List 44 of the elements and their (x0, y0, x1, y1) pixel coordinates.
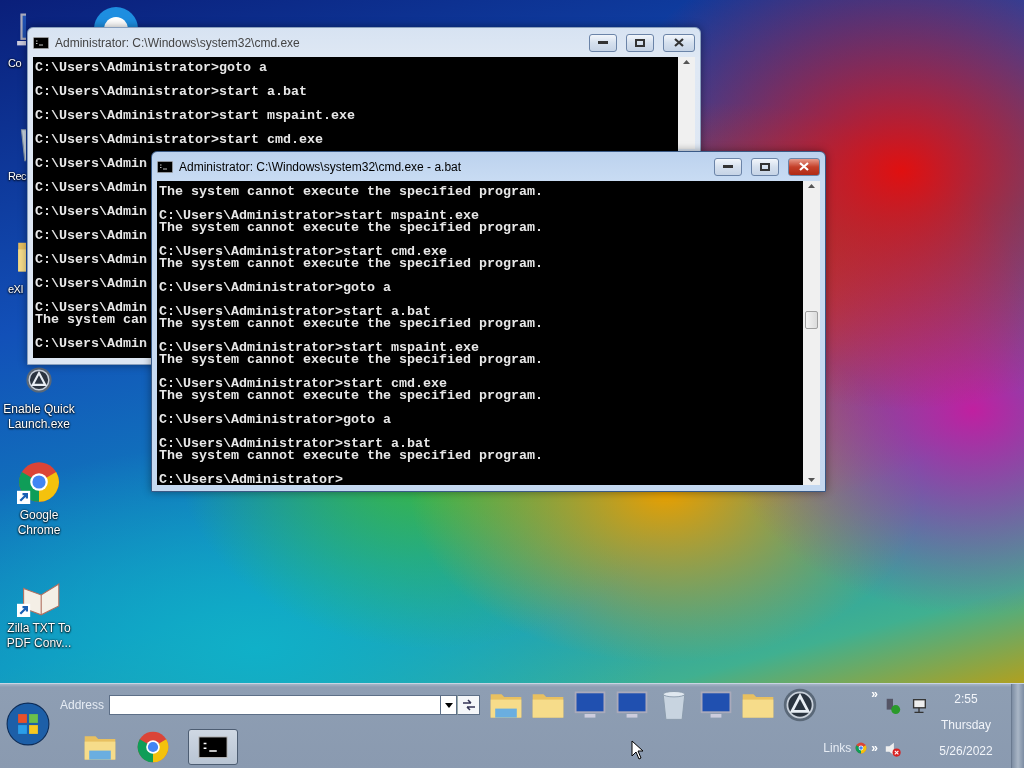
desktop-icon-label[interactable]: Rec (8, 169, 27, 184)
clock-date[interactable]: 5/26/2022 (939, 744, 993, 758)
console-line: C:\Users\Admin (35, 302, 147, 314)
console-line: C:\Users\Administrator>start cmd.exe (159, 378, 447, 390)
clock-day[interactable]: Thursday (941, 718, 991, 732)
console-line: C:\Users\Admin (35, 158, 147, 170)
console-line: C:\Users\Admin (35, 254, 147, 266)
chevron[interactable]: » (871, 742, 878, 754)
address-label: Address (60, 698, 105, 712)
desktop-icon-label[interactable]: Enable Quick Launch.exe (1, 402, 77, 432)
console-line: C:\Users\Admin (35, 182, 147, 194)
console-line: The system cannot execute the specified program. (159, 390, 543, 402)
desktop-icon-label[interactable]: Google Chrome (1, 508, 77, 538)
console-line: C:\Users\Administrator>goto a (159, 414, 391, 426)
console-line: C:\Users\Administrator>goto a (159, 282, 391, 294)
console-line: The system cannot execute the specified program. (159, 186, 543, 198)
console-line: The system cannot execute the specified program. (159, 450, 543, 462)
console-line: C:\Users\Administrator>start a.bat (159, 306, 431, 318)
console-line: The system cannot execute the specified program. (159, 318, 543, 330)
console-line: C:\Users\Administrator>start cmd.exe (159, 246, 447, 258)
console-line: C:\Users\Administrator> (159, 474, 343, 485)
console-line: C:\Users\Administrator>start a.bat (159, 438, 431, 450)
desktop-icon-label[interactable]: Zilla TXT To PDF Conv... (1, 621, 77, 651)
links-label[interactable]: Links (823, 741, 852, 755)
window-title: Administrator: C:\Windows\system32\cmd.exe - a.bat (179, 159, 463, 174)
console-line: C:\Users\Administrator>start mspaint.exe (35, 110, 355, 122)
console-line: The system can (35, 314, 147, 326)
console-line: C:\Users\Admin (35, 338, 147, 350)
console-line: C:\Users\Admin (35, 230, 147, 242)
clock-time[interactable]: 2:55 (954, 692, 978, 706)
console-line: C:\Users\Administrator>start a.bat (35, 86, 307, 98)
console-line: The system cannot execute the specified program. (159, 222, 543, 234)
console-line: C:\Users\Administrator>goto a (35, 62, 267, 74)
console-line: The system cannot execute the specified program. (159, 258, 543, 270)
desktop-icon-label[interactable]: Co (8, 56, 22, 71)
console-line: C:\Users\Administrator>start mspaint.exe (159, 342, 479, 354)
window-title: Administrator: C:\Windows\system32\cmd.exe (55, 35, 301, 50)
console-line: C:\Users\Admin (35, 278, 147, 290)
console-line: C:\Users\Administrator>start mspaint.exe (159, 210, 479, 222)
console-line: C:\Users\Administrator>start cmd.exe (35, 134, 323, 146)
chevron[interactable]: » (871, 688, 878, 700)
console-line: C:\Users\Admin (35, 206, 147, 218)
console-line: The system cannot execute the specified program. (159, 354, 543, 366)
desktop-icon-label[interactable]: eXI (8, 282, 23, 297)
